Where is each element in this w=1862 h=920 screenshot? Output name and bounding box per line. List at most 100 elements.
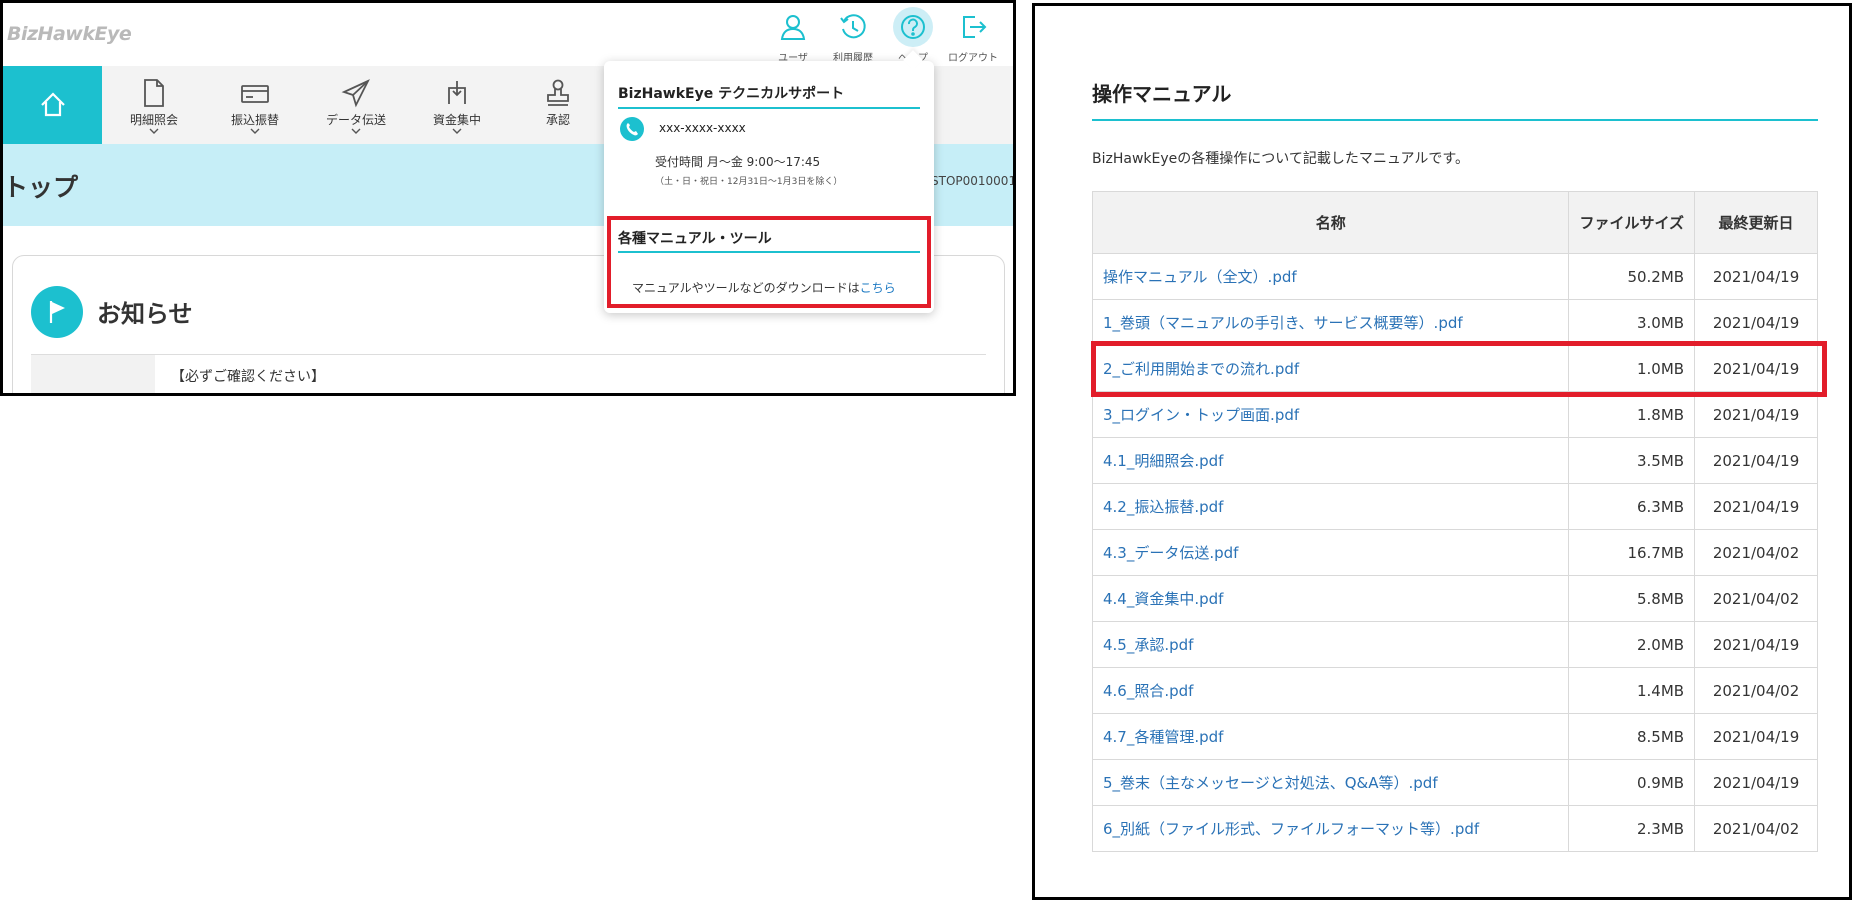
manual-page-title: 操作マニュアル [1092, 82, 1232, 106]
notice-text: 【必ずご確認ください】 [171, 369, 325, 385]
table-row: 1_巻頭（マニュアルの手引き、サービス概要等）.pdf 3.0MB 2021/04/… [1091, 299, 1818, 346]
support-hours-note: （土・日・祝日・12月31日～1月3日を除く） [655, 177, 843, 187]
manual-link[interactable]: 1_巻頭（マニュアルの手引き、サービス概要等）.pdf [1091, 299, 1570, 346]
screen-id: STOP0010001 [931, 174, 1016, 188]
manual-link[interactable]: 4.2_振込振替.pdf [1091, 483, 1570, 530]
card-icon [241, 85, 269, 103]
divider [31, 354, 986, 355]
support-phone: xxx-xxxx-xxxx [659, 121, 746, 135]
updated-date: 2021/04/19 [1694, 713, 1818, 760]
updated-date: 2021/04/02 [1694, 529, 1818, 576]
menu-fund-concentration[interactable]: 資金集中 [407, 66, 507, 144]
table-row: 4.5_承認.pdf 2.0MB 2021/04/19 [1091, 621, 1818, 668]
chevron-down-icon [351, 128, 361, 134]
column-header-date: 最終更新日 [1694, 191, 1818, 254]
table-row: 4.4_資金集中.pdf 5.8MB 2021/04/02 [1091, 575, 1818, 622]
home-icon [40, 92, 65, 117]
fund-concentrate-icon [448, 81, 466, 104]
manual-link[interactable]: 4.6_照合.pdf [1091, 667, 1570, 714]
logout-icon [953, 7, 993, 47]
table-row: 5_巻末（主なメッセージと対処法、Q&A等）.pdf 0.9MB 2021/04/1… [1091, 759, 1818, 806]
help-popover: BizHawkEye テクニカルサポート xxx-xxxx-xxxx 受付時間 … [604, 61, 934, 313]
highlight-box [1091, 341, 1827, 397]
file-size: 5.8MB [1568, 575, 1696, 622]
menu-label: データ伝送 [325, 113, 386, 127]
chevron-down-icon [250, 128, 260, 134]
util-history[interactable]: 利用履歴 [823, 7, 883, 64]
table-row: 6_別紙（ファイル形式、ファイルフォーマット等）.pdf 2.3MB 2021/04… [1091, 805, 1818, 852]
flag-icon [31, 286, 83, 338]
menu-label: 振込振替 [230, 113, 279, 127]
manual-link[interactable]: 3_ログイン・トップ画面.pdf [1091, 391, 1570, 438]
logo: BizHawkEye [7, 23, 132, 45]
table-header-row: 名称 ファイルサイズ 最終更新日 [1091, 191, 1818, 254]
updated-date: 2021/04/19 [1694, 621, 1818, 668]
manual-link[interactable]: 4.1_明細照会.pdf [1091, 437, 1570, 484]
util-logout[interactable]: ログアウト [943, 7, 1003, 64]
updated-date: 2021/04/19 [1694, 759, 1818, 806]
file-size: 3.0MB [1568, 299, 1696, 346]
menu-approval[interactable]: 承認 [508, 66, 608, 144]
table-row: 4.2_振込振替.pdf 6.3MB 2021/04/19 [1091, 483, 1818, 530]
highlight-box [607, 216, 931, 308]
menu-transfer[interactable]: 振込振替 [205, 66, 305, 144]
updated-date: 2021/04/19 [1694, 437, 1818, 484]
table-row: 操作マニュアル（全文）.pdf 50.2MB 2021/04/19 [1091, 253, 1818, 300]
manual-link[interactable]: 4.4_資金集中.pdf [1091, 575, 1570, 622]
stamp-icon [547, 79, 569, 106]
user-icon [773, 7, 813, 47]
support-heading: BizHawkEye テクニカルサポート [618, 86, 845, 102]
file-size: 8.5MB [1568, 713, 1696, 760]
chevron-down-icon [149, 128, 159, 134]
paper-plane-icon [341, 79, 370, 108]
utility-nav: ユーザ 利用履歴 ヘルプ ログアウト [763, 7, 1003, 64]
updated-date: 2021/04/19 [1694, 483, 1818, 530]
updated-date: 2021/04/19 [1694, 299, 1818, 346]
column-header-size: ファイルサイズ [1568, 191, 1696, 254]
history-icon [833, 7, 873, 47]
notice-title: お知らせ [97, 300, 193, 328]
app-screenshot-panel: BizHawkEye ユーザ 利用履歴 ヘルプ [0, 0, 1016, 396]
table-row: 4.7_各種管理.pdf 8.5MB 2021/04/19 [1091, 713, 1818, 760]
table-row: 3_ログイン・トップ画面.pdf 1.8MB 2021/04/19 [1091, 391, 1818, 438]
file-size: 6.3MB [1568, 483, 1696, 530]
file-size: 1.8MB [1568, 391, 1696, 438]
divider [1092, 119, 1818, 121]
divider [618, 107, 920, 109]
manual-link[interactable]: 6_別紙（ファイル形式、ファイルフォーマット等）.pdf [1091, 805, 1570, 852]
menu-label: 承認 [545, 113, 570, 127]
table-row: 4.6_照合.pdf 1.4MB 2021/04/02 [1091, 667, 1818, 714]
manual-link[interactable]: 4.7_各種管理.pdf [1091, 713, 1570, 760]
table-row: 4.1_明細照会.pdf 3.5MB 2021/04/19 [1091, 437, 1818, 484]
file-size: 3.5MB [1568, 437, 1696, 484]
updated-date: 2021/04/19 [1694, 391, 1818, 438]
menu-data-transmission[interactable]: データ伝送 [306, 66, 406, 144]
notice-date-cell [31, 355, 155, 393]
updated-date: 2021/04/02 [1694, 667, 1818, 714]
updated-date: 2021/04/19 [1694, 253, 1818, 300]
help-icon [893, 7, 933, 47]
util-logout-label: ログアウト [948, 53, 998, 64]
file-size: 1.4MB [1568, 667, 1696, 714]
updated-date: 2021/04/02 [1694, 805, 1818, 852]
file-size: 2.3MB [1568, 805, 1696, 852]
manual-link[interactable]: 4.3_データ伝送.pdf [1091, 529, 1570, 576]
manual-link[interactable]: 4.5_承認.pdf [1091, 621, 1570, 668]
util-user[interactable]: ユーザ [763, 7, 823, 64]
updated-date: 2021/04/02 [1694, 575, 1818, 622]
manual-list-panel: 操作マニュアル BizHawkEyeの各種操作について記載したマニュアルです。 … [1032, 3, 1852, 900]
menu-statement-inquiry[interactable]: 明細照会 [104, 66, 204, 144]
file-size: 50.2MB [1568, 253, 1696, 300]
home-button[interactable] [3, 66, 102, 144]
manual-link[interactable]: 5_巻末（主なメッセージと対処法、Q&A等）.pdf [1091, 759, 1570, 806]
table-row: 4.3_データ伝送.pdf 16.7MB 2021/04/02 [1091, 529, 1818, 576]
file-size: 0.9MB [1568, 759, 1696, 806]
menu-label: 資金集中 [432, 113, 481, 127]
manual-table: 名称 ファイルサイズ 最終更新日 操作マニュアル（全文）.pdf 50.2MB 20… [1091, 191, 1818, 852]
manual-link[interactable]: 操作マニュアル（全文）.pdf [1091, 253, 1570, 300]
manual-page-description: BizHawkEyeの各種操作について記載したマニュアルです。 [1092, 151, 1470, 167]
file-size: 16.7MB [1568, 529, 1696, 576]
document-icon [144, 79, 164, 107]
phone-icon [620, 117, 644, 141]
support-hours: 受付時間 月～金 9:00～17:45 [655, 155, 821, 169]
